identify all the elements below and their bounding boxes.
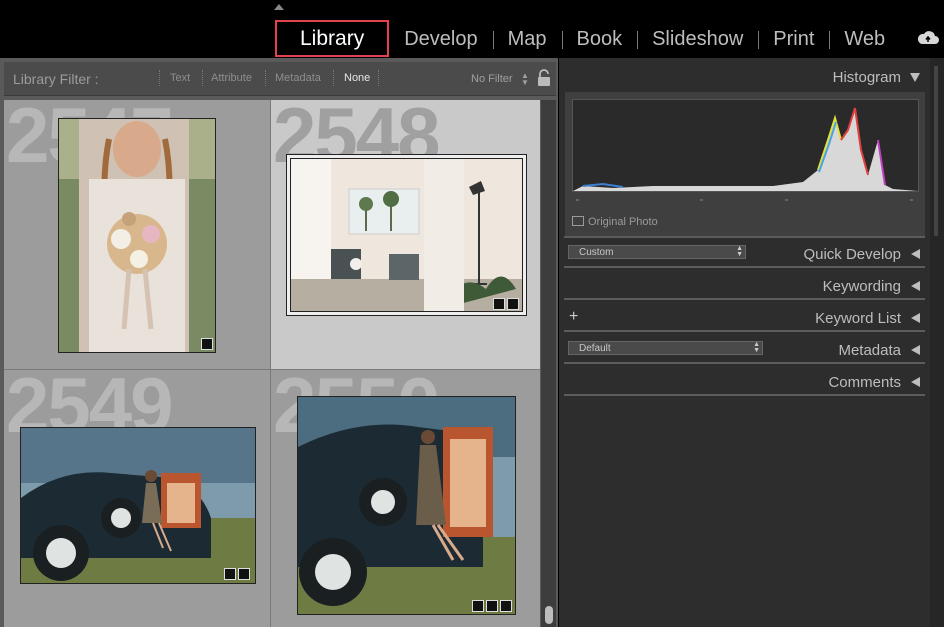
metadata-label: Metadata bbox=[838, 342, 901, 359]
collection-badge-icon bbox=[486, 600, 498, 612]
library-filter-bar: Library Filter : Text Attribute Metadata… bbox=[4, 62, 556, 96]
module-library[interactable]: Library bbox=[275, 20, 390, 57]
filter-metadata[interactable]: Metadata bbox=[275, 72, 321, 84]
crop-badge-icon bbox=[507, 298, 519, 310]
section-divider bbox=[564, 298, 925, 300]
filter-preset-arrows-icon[interactable]: ▲ ▼ bbox=[521, 72, 529, 87]
filter-text[interactable]: Text bbox=[170, 72, 190, 84]
grid-divider bbox=[4, 369, 540, 370]
keyword-badge-icon bbox=[472, 600, 484, 612]
thumbnail-badges bbox=[493, 298, 519, 310]
filter-lock-icon[interactable] bbox=[537, 69, 551, 87]
expand-arrow-icon[interactable] bbox=[911, 313, 920, 323]
expand-arrow-icon[interactable] bbox=[911, 249, 920, 259]
module-web[interactable]: Web bbox=[829, 21, 900, 57]
module-print[interactable]: Print bbox=[758, 21, 829, 57]
grid-divider bbox=[270, 100, 271, 627]
photo-thumbnail[interactable] bbox=[58, 118, 216, 353]
comments-header[interactable]: Comments bbox=[565, 367, 925, 397]
section-divider bbox=[564, 330, 925, 332]
keyword-list-label: Keyword List bbox=[815, 310, 901, 327]
metadata-preset-value: Default bbox=[579, 343, 611, 354]
keyword-list-header[interactable]: Keyword List bbox=[565, 303, 925, 333]
filter-none[interactable]: None bbox=[344, 72, 370, 84]
photo-thumbnail[interactable] bbox=[297, 396, 516, 615]
crop-badge-icon bbox=[500, 600, 512, 612]
metadata-preset-select[interactable]: Default ▲ ▼ bbox=[568, 341, 763, 355]
original-photo-checkbox-icon[interactable] bbox=[572, 216, 584, 226]
section-divider bbox=[564, 266, 925, 268]
expand-arrow-icon[interactable] bbox=[911, 345, 920, 355]
saved-preset-value: Custom bbox=[579, 247, 614, 258]
grid-cell[interactable]: 2550 bbox=[271, 370, 540, 627]
module-slideshow[interactable]: Slideshow bbox=[637, 21, 758, 57]
module-picker: Library Develop Map Book Slideshow Print… bbox=[275, 20, 900, 57]
keywording-header[interactable]: Keywording bbox=[565, 271, 925, 301]
photo-thumbnail[interactable] bbox=[20, 427, 256, 584]
module-map[interactable]: Map bbox=[492, 21, 562, 57]
filter-separator bbox=[378, 70, 380, 86]
filter-separator bbox=[333, 70, 335, 86]
grid-cell-selected[interactable]: 2548 bbox=[271, 100, 540, 369]
grid-scrollbar-thumb[interactable] bbox=[545, 606, 553, 624]
right-panel-scrollbar[interactable] bbox=[934, 66, 938, 236]
filter-separator bbox=[202, 70, 204, 86]
expand-arrow-icon[interactable] bbox=[911, 377, 920, 387]
library-filter-title: Library Filter : bbox=[13, 71, 99, 87]
histogram-label: Histogram bbox=[832, 69, 901, 86]
keyword-badge-icon bbox=[201, 338, 213, 350]
histogram-graph bbox=[572, 99, 919, 192]
module-book[interactable]: Book bbox=[561, 21, 638, 57]
module-develop[interactable]: Develop bbox=[389, 21, 492, 57]
collapse-arrow-icon[interactable] bbox=[910, 73, 920, 82]
grid-cell[interactable]: 2549 bbox=[4, 370, 270, 627]
thumbnail-badges bbox=[224, 568, 250, 580]
keyword-badge-icon bbox=[493, 298, 505, 310]
section-divider bbox=[564, 394, 925, 396]
select-arrows-icon: ▲ ▼ bbox=[753, 341, 760, 354]
original-photo-label: Original Photo bbox=[588, 216, 658, 228]
keyword-badge-icon bbox=[224, 568, 236, 580]
histogram-ticks bbox=[576, 199, 913, 201]
grid-scrollbar[interactable] bbox=[541, 100, 556, 627]
filter-separator bbox=[159, 70, 161, 86]
section-divider bbox=[564, 362, 925, 364]
cloud-sync-icon[interactable] bbox=[916, 28, 940, 48]
expand-arrow-icon[interactable] bbox=[911, 281, 920, 291]
select-arrows-icon: ▲ ▼ bbox=[736, 245, 743, 258]
comments-label: Comments bbox=[828, 374, 901, 391]
thumbnail-badges bbox=[201, 338, 213, 350]
crop-badge-icon bbox=[238, 568, 250, 580]
thumbnail-badges bbox=[472, 600, 512, 612]
saved-preset-select[interactable]: Custom ▲ ▼ bbox=[568, 245, 746, 259]
filter-preset-select[interactable]: No Filter bbox=[471, 73, 513, 85]
original-photo-toggle[interactable]: Original Photo bbox=[572, 216, 658, 228]
keywording-label: Keywording bbox=[822, 278, 901, 295]
section-divider bbox=[564, 236, 925, 238]
collapse-top-panel-arrow-icon[interactable] bbox=[274, 4, 284, 10]
histogram-header[interactable]: Histogram bbox=[565, 62, 925, 92]
filter-attribute[interactable]: Attribute bbox=[211, 72, 252, 84]
quick-develop-label: Quick Develop bbox=[803, 246, 901, 263]
module-picker-bar: Library Develop Map Book Slideshow Print… bbox=[0, 0, 944, 58]
filter-separator bbox=[265, 70, 267, 86]
photo-thumbnail[interactable] bbox=[290, 158, 523, 312]
grid-cell[interactable]: 2547 bbox=[4, 100, 270, 369]
